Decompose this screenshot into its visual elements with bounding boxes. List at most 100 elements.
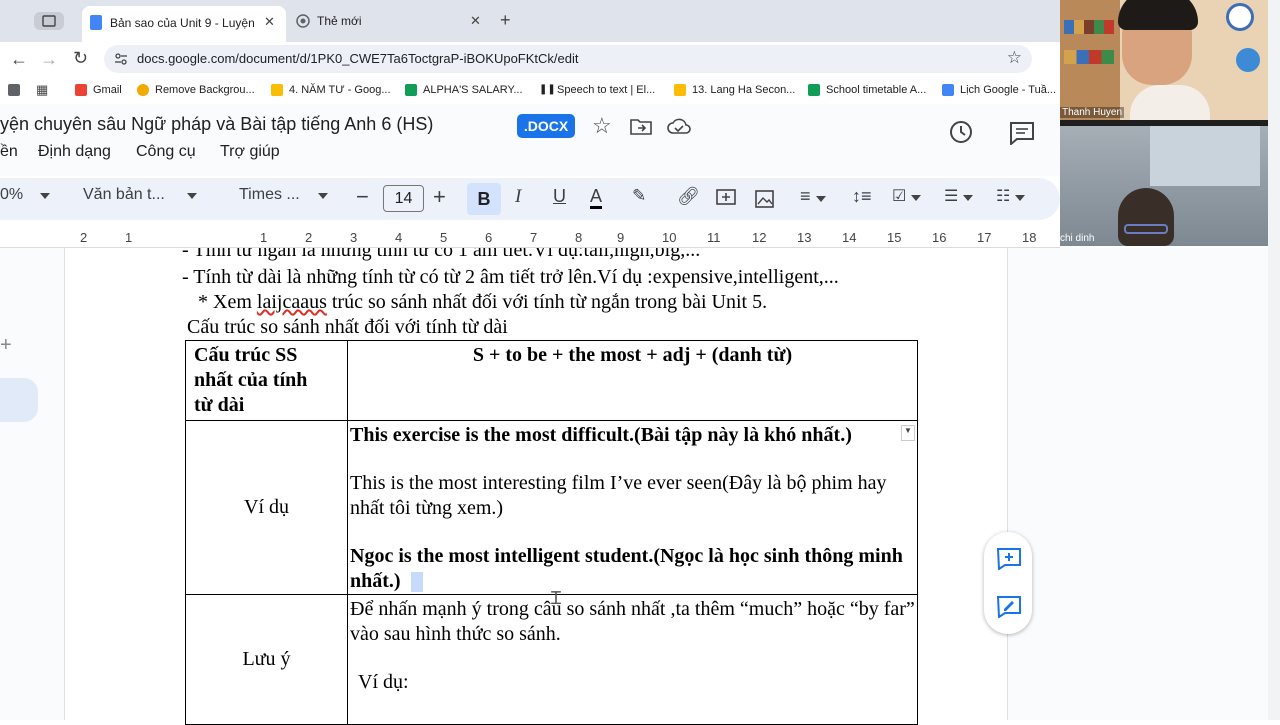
docs-tab-icon: [90, 15, 102, 30]
tab-new[interactable]: Thẻ mới ✕: [290, 7, 494, 35]
bold-button[interactable]: B: [467, 183, 501, 215]
new-tab-button[interactable]: +: [500, 10, 511, 31]
table-row: Ví dụ This exercise is the most difficul…: [185, 420, 918, 595]
cell-menu-icon[interactable]: ▼: [901, 425, 915, 441]
style-select[interactable]: Văn bản t...: [83, 186, 198, 204]
tab-overview-icon: [42, 15, 56, 27]
star-icon[interactable]: ☆: [592, 113, 612, 139]
bookmark-google-calendar[interactable]: Lịch Google - Tuầ...: [942, 84, 1056, 96]
bookmark-lang-ha[interactable]: 13. Lang Ha Secon...: [674, 84, 795, 96]
grammar-table: Cấu trúc SS nhất của tính từ dài S + to …: [185, 340, 918, 725]
chevron-down-icon: [962, 195, 973, 201]
tab-search-button[interactable]: [34, 12, 64, 30]
bookmark-school-timetable[interactable]: School timetable A...: [808, 84, 926, 96]
video-panel-edge: [1268, 0, 1280, 720]
ruler-number: 5: [440, 230, 448, 245]
calendar-icon: [942, 84, 954, 96]
sheets-icon: [405, 84, 417, 96]
italic-button[interactable]: I: [515, 186, 521, 208]
ruler-number: 18: [1022, 230, 1037, 245]
note-label: Lưu ý: [242, 648, 291, 670]
table-cell-example-label[interactable]: Ví dụ: [185, 420, 348, 595]
checklist-button[interactable]: ☑: [892, 186, 921, 206]
table-cell-notes[interactable]: Để nhấn mạnh ý trong câu so sánh nhất ,t…: [347, 594, 918, 725]
bookmark-speech-to-text[interactable]: ❚❚ Speech to text | El...: [539, 84, 655, 96]
ruler-number: 13: [797, 230, 812, 245]
add-comment-icon[interactable]: [716, 189, 736, 209]
line-spacing-icon[interactable]: ↕≡: [852, 186, 872, 207]
site-info-icon: [115, 53, 127, 65]
bullet-list-button[interactable]: ☰: [944, 186, 973, 206]
all-apps-icon[interactable]: ▦: [36, 82, 48, 98]
ruler-number: 8: [575, 230, 583, 245]
misspelled-word[interactable]: laijcaaus: [257, 291, 327, 313]
highlight-icon[interactable]: ✎: [632, 186, 646, 206]
left-panel-add-icon[interactable]: +: [0, 334, 12, 357]
address-bar[interactable]: docs.google.com/document/d/1PK0_CWE7Ta6T…: [104, 45, 1032, 73]
cloud-status-icon[interactable]: [667, 117, 691, 135]
reload-button[interactable]: ↻: [73, 48, 88, 69]
decrease-font-size-button[interactable]: −: [356, 184, 369, 210]
menu-item-help[interactable]: Trợ giúp: [220, 143, 280, 161]
ruler-number: 14: [842, 230, 857, 245]
bookmark-gmail[interactable]: Gmail: [75, 84, 122, 96]
person-hair: [1118, 0, 1198, 30]
apps-grid-icon[interactable]: [8, 84, 20, 96]
participant-video-thanh-huyen[interactable]: Thanh Huyen: [1060, 0, 1268, 120]
outline-panel-tab[interactable]: [0, 378, 38, 422]
ruler-number: 2: [80, 230, 88, 245]
ruler-number: 2: [305, 230, 313, 245]
tab-docs[interactable]: Bản sao của Unit 9 - Luyện ch ✕: [82, 6, 286, 42]
participant-name: Thanh Huyen: [1060, 107, 1125, 118]
version-history-icon[interactable]: [948, 119, 974, 145]
move-folder-icon[interactable]: [630, 117, 652, 135]
increase-font-size-button[interactable]: +: [433, 184, 446, 210]
menu-item-tools[interactable]: Công cụ: [136, 143, 196, 161]
zoom-select[interactable]: 0%: [0, 186, 50, 204]
tab-docs-label: Bản sao của Unit 9 - Luyện ch: [110, 16, 256, 30]
ruler-number: 1: [125, 230, 133, 245]
bookmark-alpha-salary[interactable]: ALPHA'S SALARY...: [405, 84, 523, 96]
underline-button[interactable]: U: [553, 186, 566, 207]
ruler-number: 11: [707, 230, 721, 245]
ruler-number: 4: [395, 230, 403, 245]
ruler-number: 16: [932, 230, 947, 245]
align-button[interactable]: ≡: [800, 186, 826, 207]
side-actions: [984, 532, 1032, 634]
remove-bg-icon: [137, 84, 149, 96]
doc-line-see-structure: * Xem laijcaaus trúc so sánh nhất đối vớ…: [198, 291, 768, 313]
table-cell-formula[interactable]: S + to be + the most + adj + (danh từ): [347, 340, 918, 421]
document-title[interactable]: yện chuyên sâu Ngữ pháp và Bài tập tiếng…: [0, 114, 433, 135]
comments-icon[interactable]: [1009, 121, 1035, 145]
participant-name: chi dinh: [1060, 233, 1095, 244]
text-color-button[interactable]: A: [590, 186, 603, 209]
numbered-list-button[interactable]: ☷: [996, 186, 1025, 206]
example-1: This exercise is the most difficult.(Bài…: [350, 424, 852, 446]
note-2: Ví dụ:: [358, 671, 409, 693]
table-cell-note-label[interactable]: Lưu ý: [185, 594, 348, 725]
participant-video-chi-dinh[interactable]: chi dinh: [1060, 126, 1268, 246]
forward-button[interactable]: →: [40, 49, 58, 70]
add-comment-icon[interactable]: [997, 548, 1021, 570]
ruler-number: 3: [350, 230, 358, 245]
font-size-input[interactable]: 14: [383, 185, 424, 212]
bookmark-remove-bg[interactable]: Remove Backgrou...: [137, 84, 255, 96]
back-button[interactable]: ←: [10, 49, 28, 70]
close-tab-icon[interactable]: ✕: [264, 14, 275, 30]
menu-item-format[interactable]: Định dạng: [38, 143, 111, 161]
table-cell-examples[interactable]: This exercise is the most difficult.(Bài…: [347, 420, 918, 595]
insert-image-icon[interactable]: [755, 190, 774, 208]
doc-line-long-adjectives: - Tính từ dài là những tính từ có từ 2 â…: [182, 266, 839, 288]
menu-item-insert[interactable]: ền: [0, 143, 18, 161]
globe-icon: [1236, 48, 1260, 72]
table-cell-header[interactable]: Cấu trúc SS nhất của tính từ dài: [185, 340, 348, 421]
font-select[interactable]: Times ...: [239, 186, 329, 204]
chevron-down-icon: [39, 193, 50, 199]
suggest-edit-icon[interactable]: [997, 596, 1021, 618]
bookmark-star-icon[interactable]: ☆: [1007, 48, 1022, 68]
table-row: Lưu ý Để nhấn mạnh ý trong câu so sánh n…: [185, 594, 918, 725]
link-icon[interactable]: 🔗︎: [677, 186, 700, 207]
bookmark-nam-tu[interactable]: 4. NĂM TƯ - Goog...: [271, 84, 391, 96]
close-tab-icon[interactable]: ✕: [470, 13, 481, 29]
chevron-down-icon: [187, 193, 198, 199]
